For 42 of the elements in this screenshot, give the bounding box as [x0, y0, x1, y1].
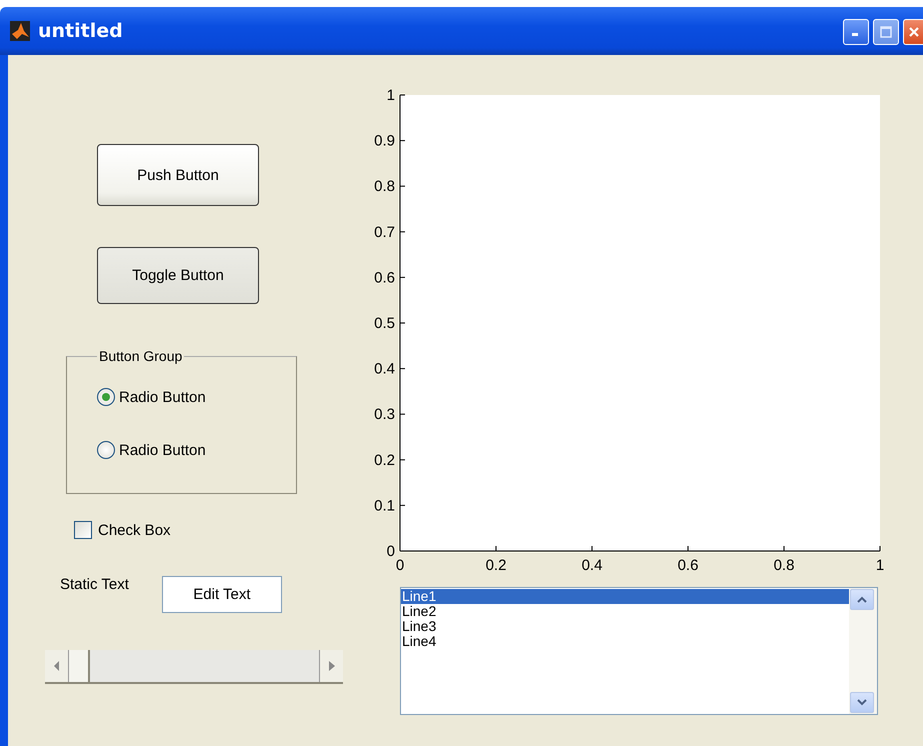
maximize-icon	[880, 26, 892, 38]
radio-button[interactable]: Radio Button	[97, 441, 206, 459]
y-tick-label: 0.1	[374, 497, 395, 514]
slider[interactable]	[45, 650, 343, 684]
x-tick-label: 0	[396, 557, 404, 574]
maximize-button[interactable]	[873, 19, 899, 45]
minimize-button[interactable]	[843, 19, 869, 45]
static-text: Static Text	[60, 576, 129, 593]
close-icon	[908, 26, 920, 38]
radio-button[interactable]: Radio Button	[97, 388, 206, 406]
app-logo-icon	[10, 21, 30, 41]
x-tick-label: 0.8	[774, 557, 794, 574]
x-tick-label: 0.6	[678, 557, 698, 574]
left-arrow-icon	[54, 661, 60, 671]
list-box[interactable]: Line1 Line2 Line3 Line4	[400, 587, 878, 715]
y-tick-label: 0.6	[374, 269, 395, 286]
x-tick-label: 0.2	[486, 557, 506, 574]
slider-thumb[interactable]	[69, 650, 90, 682]
x-tick-label: 0.4	[582, 557, 602, 574]
scroll-bar[interactable]	[849, 588, 877, 714]
push-button[interactable]: Push Button	[97, 144, 259, 206]
y-tick-label: 0.2	[374, 452, 395, 469]
list-item[interactable]: Line4	[401, 634, 849, 649]
y-tick-label: 0.3	[374, 406, 395, 424]
toggle-button[interactable]: Toggle Button	[97, 247, 259, 304]
close-button[interactable]	[903, 19, 923, 45]
list-item[interactable]: Line1	[401, 589, 849, 604]
right-arrow-icon	[328, 661, 334, 671]
list-item[interactable]: Line3	[401, 619, 849, 634]
check-box[interactable]: Check Box	[74, 521, 171, 539]
y-tick-label: 0.7	[374, 224, 395, 241]
group-title: Button Group	[98, 348, 184, 364]
y-tick-label: 0	[386, 543, 395, 560]
y-tick-label: 1	[386, 87, 395, 104]
y-tick-label: 0.9	[374, 132, 395, 150]
list-item[interactable]: Line2	[401, 604, 849, 619]
window-title: untitled	[38, 20, 123, 42]
y-tick-label: 0.5	[374, 315, 395, 332]
y-tick-label: 0.8	[374, 178, 395, 196]
edit-text-field[interactable]: Edit Text	[162, 576, 282, 613]
x-tick-label: 1	[876, 557, 884, 574]
y-tick-label: 0.4	[374, 360, 395, 378]
